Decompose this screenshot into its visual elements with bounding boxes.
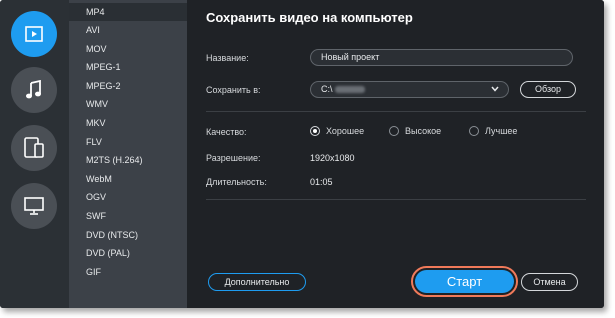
- export-dialog: MP4 AVI MOV MPEG-1 MPEG-2 WMV MKV FLV M2…: [0, 0, 604, 308]
- save-to-value: C:\: [321, 84, 333, 94]
- devices-category-button[interactable]: [11, 125, 57, 171]
- save-to-label: Сохранить в:: [206, 85, 261, 95]
- radio-unchecked-icon: [389, 126, 399, 136]
- audio-category-button[interactable]: [11, 67, 57, 113]
- radio-checked-icon: [310, 126, 320, 136]
- quality-option-high[interactable]: Высокое: [389, 126, 441, 136]
- quality-option-good[interactable]: Хорошее: [310, 126, 364, 136]
- divider-top: [206, 111, 586, 112]
- quality-option-best[interactable]: Лучшее: [469, 126, 517, 136]
- category-rail: [0, 0, 69, 308]
- format-item-mov[interactable]: MOV: [69, 40, 187, 58]
- cancel-button[interactable]: Отмена: [521, 273, 578, 291]
- format-item-dvd-ntsc[interactable]: DVD (NTSC): [69, 226, 187, 244]
- browse-button[interactable]: Обзор: [520, 81, 576, 98]
- start-button-highlight: Старт: [411, 266, 518, 297]
- radio-unchecked-icon: [469, 126, 479, 136]
- video-category-button[interactable]: [11, 11, 57, 57]
- quality-option-best-label: Лучшее: [485, 126, 518, 136]
- format-item-mp4[interactable]: MP4: [69, 3, 187, 21]
- duration-label: Длительность:: [206, 177, 267, 187]
- format-item-ogv[interactable]: OGV: [69, 188, 187, 206]
- dialog-title: Сохранить видео на компьютер: [206, 10, 413, 25]
- monitor-icon: [24, 197, 44, 215]
- chevron-down-icon: [491, 86, 499, 92]
- format-item-mkv[interactable]: MKV: [69, 114, 187, 132]
- format-item-wmv[interactable]: WMV: [69, 95, 187, 113]
- quality-option-high-label: Высокое: [405, 126, 442, 136]
- advanced-button[interactable]: Дополнительно: [208, 273, 306, 291]
- divider-bottom: [206, 199, 586, 200]
- duration-value: 01:05: [310, 177, 333, 187]
- devices-icon: [24, 137, 44, 158]
- format-item-avi[interactable]: AVI: [69, 21, 187, 39]
- format-item-m2ts[interactable]: M2TS (H.264): [69, 151, 187, 169]
- format-item-mpeg1[interactable]: MPEG-1: [69, 58, 187, 76]
- start-button[interactable]: Старт: [415, 270, 514, 293]
- name-input[interactable]: Новый проект: [310, 49, 573, 66]
- settings-panel: Сохранить видео на компьютер Название: Н…: [187, 0, 604, 308]
- format-item-dvd-pal[interactable]: DVD (PAL): [69, 244, 187, 262]
- video-play-icon: [25, 26, 43, 42]
- format-list: MP4 AVI MOV MPEG-1 MPEG-2 WMV MKV FLV M2…: [69, 0, 187, 308]
- format-item-webm[interactable]: WebM: [69, 170, 187, 188]
- save-to-select[interactable]: C:\: [310, 81, 509, 98]
- resolution-value: 1920x1080: [310, 153, 355, 163]
- format-item-swf[interactable]: SWF: [69, 207, 187, 225]
- name-label: Название:: [206, 53, 249, 63]
- music-note-icon: [26, 80, 41, 99]
- format-item-flv[interactable]: FLV: [69, 133, 187, 151]
- quality-label: Качество:: [206, 127, 247, 137]
- quality-option-good-label: Хорошее: [326, 126, 365, 136]
- format-item-gif[interactable]: GIF: [69, 263, 187, 281]
- format-item-mpeg2[interactable]: MPEG-2: [69, 77, 187, 95]
- resolution-label: Разрешение:: [206, 153, 261, 163]
- redacted-path: [334, 86, 365, 94]
- screen-category-button[interactable]: [11, 183, 57, 229]
